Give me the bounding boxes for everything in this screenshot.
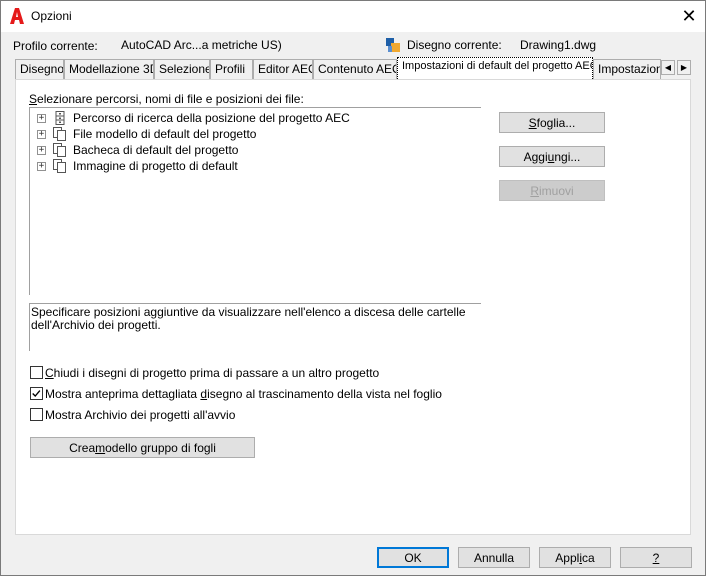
title-bar: Opzioni ✕	[1, 1, 705, 32]
tab-scroll-left-button[interactable]: ◀	[661, 60, 675, 75]
autocad-logo-icon	[10, 8, 24, 24]
button-mnemonic: R	[530, 183, 539, 198]
tab-label: Impostazioni d	[598, 62, 661, 76]
options-dialog: Opzioni ✕ Profilo corrente: AutoCAD Arc.…	[0, 0, 706, 576]
arrow-left-icon: ◀	[664, 63, 672, 72]
tab-label: Selezione	[159, 62, 210, 76]
tab-profili[interactable]: Profili	[210, 59, 253, 79]
cancel-button[interactable]: Annulla	[458, 547, 530, 568]
button-label: ca	[582, 550, 595, 565]
close-drawings-checkbox[interactable]	[30, 366, 43, 379]
help-button[interactable]: ?	[620, 547, 692, 568]
tab-selezione[interactable]: Selezione	[154, 59, 210, 79]
close-icon: ✕	[681, 6, 697, 26]
tree-item[interactable]: + File modello di default del progetto	[30, 126, 256, 142]
arrow-right-icon: ▶	[680, 63, 688, 72]
tab-label: Impostazioni di default del progetto AEC	[402, 60, 593, 72]
checkbox-label: Mostra Archivio dei progetti all'avvio	[45, 407, 236, 422]
button-label: Crea	[69, 440, 96, 455]
create-sheet-set-template-button[interactable]: Crea m odello gruppo di fogli	[30, 437, 255, 458]
button-label: Aggi	[523, 149, 548, 164]
checkbox-label: Mostra anteprima dettagliata disegno al …	[45, 386, 442, 401]
apply-button[interactable]: Appl i ca	[539, 547, 611, 568]
tree-item-label: File modello di default del progetto	[73, 127, 257, 141]
button-mnemonic: S	[528, 115, 537, 130]
documents-icon	[53, 159, 66, 173]
show-archive-checkbox-row[interactable]: Mostra Archivio dei progetti all'avvio	[30, 407, 235, 422]
tab-label: Disegno	[20, 62, 64, 76]
expand-icon[interactable]: +	[37, 161, 46, 171]
label-text: elezionare percorsi, nomi di file e posi…	[37, 92, 304, 106]
select-paths-label: Selezionare percorsi, nomi di file e pos…	[29, 92, 304, 106]
tree-item[interactable]: + Bacheca di default del progetto	[30, 142, 238, 158]
button-label: imuovi	[538, 183, 574, 198]
tab-label: Profili	[215, 62, 246, 76]
ok-button[interactable]: OK	[377, 547, 449, 568]
description-text: Specificare posizioni aggiuntive da visu…	[31, 305, 466, 332]
button-label: ?	[652, 550, 660, 565]
drawing-icon	[386, 38, 400, 52]
expand-icon[interactable]: +	[37, 145, 46, 155]
profile-label: Profilo corrente:	[13, 39, 98, 53]
tree-item-label: Bacheca di default del progetto	[73, 143, 239, 157]
browse-button[interactable]: Sfoglia...	[499, 112, 605, 133]
button-label: ngi...	[554, 149, 581, 164]
tree-item[interactable]: + Percorso di ricerca della posizione de…	[30, 110, 350, 126]
show-archive-checkbox[interactable]	[30, 408, 43, 421]
button-label: Annulla	[473, 550, 515, 565]
profile-value: AutoCAD Arc...a metriche US)	[121, 38, 282, 52]
tab-strip: Disegno Modellazione 3D Selezione Profil…	[15, 57, 675, 79]
close-drawings-checkbox-row[interactable]: Chiudi i disegni di progetto prima di pa…	[30, 365, 379, 380]
window-title: Opzioni	[31, 9, 72, 23]
expand-icon[interactable]: +	[37, 113, 46, 123]
tab-scroll-right-button[interactable]: ▶	[677, 60, 691, 75]
documents-icon	[53, 143, 66, 157]
checkbox-label: Chiudi i disegni di progetto prima di pa…	[45, 365, 380, 380]
documents-icon	[53, 127, 66, 141]
button-label: OK	[404, 550, 422, 565]
drawing-value: Drawing1.dwg	[520, 38, 597, 52]
tab-disegno[interactable]: Disegno	[15, 59, 64, 79]
tree-item[interactable]: + Immagine di progetto di default	[30, 158, 238, 174]
label-mnemonic: S	[29, 92, 38, 106]
button-label: odello gruppo di fogli	[105, 440, 216, 455]
tab-editor-aec[interactable]: Editor AEC	[253, 59, 313, 79]
tab-modellazione-3d[interactable]: Modellazione 3D	[64, 59, 154, 79]
tab-impostazioni-default-progetto-aec[interactable]: Impostazioni di default del progetto AEC	[397, 57, 593, 79]
detailed-preview-checkbox[interactable]	[30, 387, 43, 400]
description-box: Specificare posizioni aggiuntive da visu…	[29, 303, 481, 351]
tab-label: Modellazione 3D	[69, 62, 154, 76]
checkmark-icon	[32, 390, 41, 398]
remove-button[interactable]: Rimuovi	[499, 180, 605, 201]
tree-item-label: Immagine di progetto di default	[73, 159, 238, 173]
detailed-preview-checkbox-row[interactable]: Mostra anteprima dettagliata disegno al …	[30, 386, 442, 401]
button-mnemonic: u	[547, 149, 555, 164]
tab-impostazioni-d[interactable]: Impostazioni d	[593, 59, 661, 79]
button-label: Appl	[555, 550, 580, 565]
close-button[interactable]: ✕	[673, 1, 705, 32]
tab-contenuto-aec[interactable]: Contenuto AEC	[313, 59, 397, 79]
add-button[interactable]: Aggi u ngi...	[499, 146, 605, 167]
tab-label: Editor AEC	[258, 62, 313, 76]
tab-label: Contenuto AEC	[318, 62, 397, 76]
tree-item-label: Percorso di ricerca della posizione del …	[73, 111, 350, 125]
drawing-label: Disegno corrente:	[407, 38, 502, 52]
button-label: foglia...	[536, 115, 576, 130]
expand-icon[interactable]: +	[37, 129, 46, 139]
file-cabinet-icon	[55, 111, 65, 125]
button-mnemonic: m	[95, 440, 106, 455]
paths-tree[interactable]: + Percorso di ricerca della posizione de…	[29, 107, 481, 295]
